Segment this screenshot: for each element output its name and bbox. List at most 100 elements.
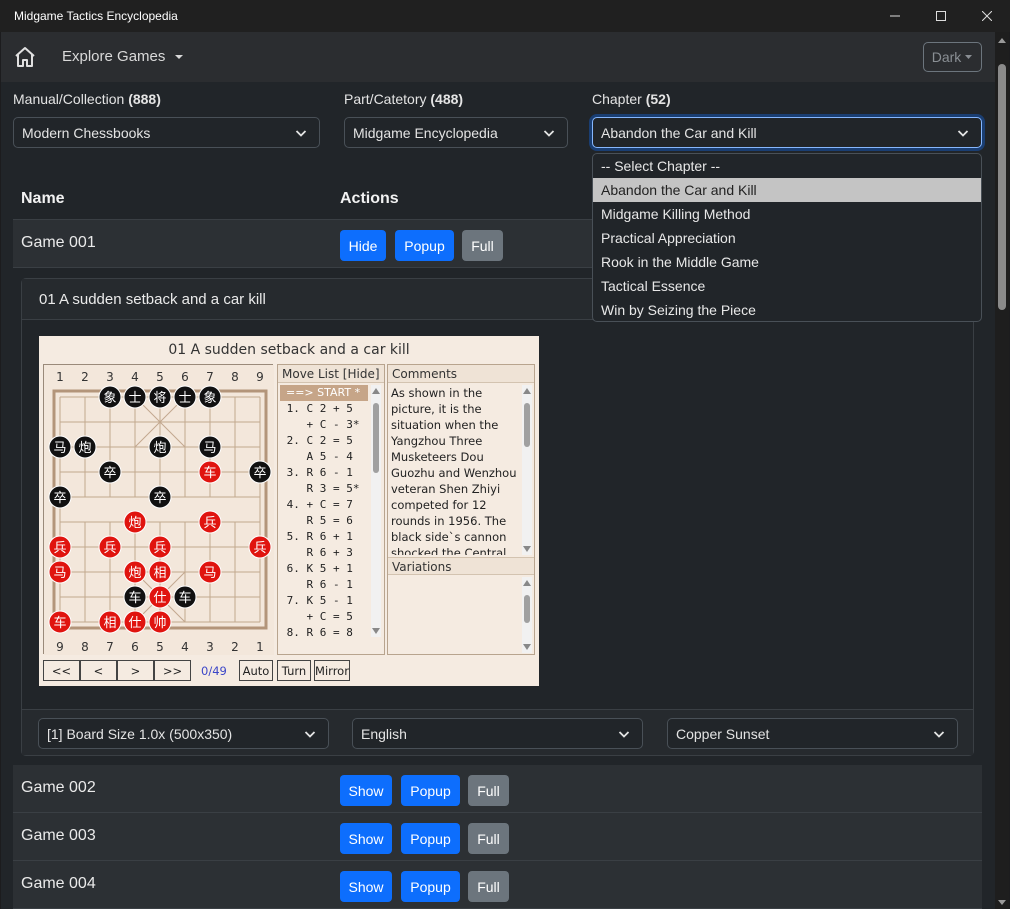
full-button[interactable]: Full <box>468 775 509 806</box>
variations-scrollbar[interactable] <box>522 577 532 653</box>
move-entry[interactable]: 3. R 6 - 1 <box>280 465 368 481</box>
prev-move-button[interactable]: < <box>80 660 117 681</box>
xiangqi-piece[interactable]: 仕 <box>123 610 147 634</box>
full-button[interactable]: Full <box>462 230 503 261</box>
theme-toggle-button[interactable]: Dark <box>923 42 982 72</box>
scroll-up-icon[interactable] <box>372 388 380 394</box>
xiangqi-piece[interactable]: 炮 <box>123 510 147 534</box>
full-button[interactable]: Full <box>468 823 509 854</box>
hide-button[interactable]: Hide <box>340 230 386 261</box>
xiangqi-piece[interactable]: 将 <box>148 385 172 409</box>
chapter-option[interactable]: -- Select Chapter -- <box>593 154 981 178</box>
xiangqi-piece[interactable]: 兵 <box>248 535 272 559</box>
scroll-up-icon[interactable] <box>523 580 531 586</box>
popup-button[interactable]: Popup <box>401 775 460 806</box>
scroll-down-icon[interactable] <box>998 900 1006 905</box>
board-theme-select[interactable]: Copper Sunset <box>667 718 958 749</box>
chapter-option[interactable]: Tactical Essence <box>593 274 981 298</box>
scroll-down-icon[interactable] <box>372 628 380 634</box>
scroll-thumb[interactable] <box>373 403 379 473</box>
chapter-option[interactable]: Practical Appreciation <box>593 226 981 250</box>
last-move-button[interactable]: >> <box>154 660 191 681</box>
move-entry[interactable]: A 5 - 4 <box>280 449 368 465</box>
xiangqi-piece[interactable]: 帅 <box>148 610 172 634</box>
comments-scrollbar[interactable] <box>522 385 532 555</box>
move-list-header[interactable]: Move List [Hide] <box>278 365 384 383</box>
xiangqi-piece[interactable]: 兵 <box>48 535 72 559</box>
scroll-up-icon[interactable] <box>523 388 531 394</box>
scroll-thumb[interactable] <box>524 595 530 623</box>
xiangqi-piece[interactable]: 马 <box>198 435 222 459</box>
show-button[interactable]: Show <box>340 823 392 854</box>
move-entry[interactable]: 6. K 5 + 1 <box>280 561 368 577</box>
xiangqi-piece[interactable]: 士 <box>123 385 147 409</box>
next-move-button[interactable]: > <box>117 660 154 681</box>
full-button[interactable]: Full <box>468 871 509 902</box>
mirror-board-button[interactable]: Mirror <box>314 660 350 681</box>
xiangqi-piece[interactable]: 卒 <box>48 485 72 509</box>
popup-button[interactable]: Popup <box>395 230 454 261</box>
move-entry[interactable]: 4. + C = 7 <box>280 497 368 513</box>
show-button[interactable]: Show <box>340 871 392 902</box>
chapter-option[interactable]: Abandon the Car and Kill <box>593 178 981 202</box>
move-entry[interactable]: + C = 5 <box>280 609 368 625</box>
move-entry[interactable]: R 6 + 3 <box>280 545 368 561</box>
move-entry[interactable]: R 5 = 6 <box>280 513 368 529</box>
chapter-option[interactable]: Win by Seizing the Piece <box>593 298 981 321</box>
xiangqi-piece[interactable]: 炮 <box>148 435 172 459</box>
xiangqi-piece[interactable]: 仕 <box>148 585 172 609</box>
popup-button[interactable]: Popup <box>401 823 460 854</box>
chapter-option[interactable]: Midgame Killing Method <box>593 202 981 226</box>
xiangqi-piece[interactable]: 卒 <box>148 485 172 509</box>
turn-board-button[interactable]: Turn <box>277 660 311 681</box>
show-button[interactable]: Show <box>340 775 392 806</box>
move-entry[interactable]: 1. C 2 + 5 <box>280 401 368 417</box>
move-list-scrollbar[interactable] <box>371 385 381 637</box>
move-entry[interactable]: 2. C 2 = 5 <box>280 433 368 449</box>
xiangqi-piece[interactable]: 车 <box>198 460 222 484</box>
xiangqi-piece[interactable]: 兵 <box>98 535 122 559</box>
move-entry[interactable]: 7. K 5 - 1 <box>280 593 368 609</box>
maximize-icon[interactable] <box>918 0 964 32</box>
chapter-option[interactable]: Rook in the Middle Game <box>593 250 981 274</box>
xiangqi-piece[interactable]: 相 <box>98 610 122 634</box>
xiangqi-piece[interactable]: 车 <box>173 585 197 609</box>
xiangqi-piece[interactable]: 车 <box>123 585 147 609</box>
part-select[interactable]: Midgame Encyclopedia <box>344 117 568 148</box>
xiangqi-piece[interactable]: 兵 <box>148 535 172 559</box>
move-start[interactable]: ==> START * <box>280 385 368 401</box>
xiangqi-board[interactable]: 1 2 3 4 5 6 7 8 99 8 7 6 5 4 3 2 1象士将士象马炮炮马卒车卒卒 卒炮 兵兵兵兵兵马炮… <box>44 365 274 655</box>
move-entry[interactable]: R 6 - 1 <box>280 577 368 593</box>
chapter-select[interactable]: Abandon the Car and Kill <box>592 117 982 148</box>
xiangqi-piece[interactable]: 车 <box>48 610 72 634</box>
xiangqi-piece[interactable]: 卒 <box>248 460 272 484</box>
xiangqi-piece[interactable]: 兵 <box>198 510 222 534</box>
auto-play-button[interactable]: Auto <box>239 660 273 681</box>
explore-games-menu[interactable]: Explore Games <box>62 48 184 65</box>
xiangqi-piece[interactable]: 卒 <box>98 460 122 484</box>
minimize-icon[interactable] <box>872 0 918 32</box>
close-icon[interactable] <box>964 0 1010 32</box>
home-icon[interactable] <box>13 45 37 69</box>
board-size-select[interactable]: [1] Board Size 1.0x (500x350) <box>38 718 329 749</box>
xiangqi-piece[interactable]: 炮 <box>73 435 97 459</box>
xiangqi-piece[interactable]: 象 <box>98 385 122 409</box>
language-select[interactable]: English <box>352 718 643 749</box>
move-entry[interactable]: 8. R 6 = 8 <box>280 625 368 641</box>
page-scrollbar[interactable] <box>995 32 1009 909</box>
xiangqi-piece[interactable]: 炮 <box>123 560 147 584</box>
scroll-up-icon[interactable] <box>998 38 1006 43</box>
move-entry[interactable]: 5. R 6 + 1 <box>280 529 368 545</box>
collection-select[interactable]: Modern Chessbooks <box>13 117 320 148</box>
scroll-down-icon[interactable] <box>523 546 531 552</box>
move-entry[interactable]: R 3 = 5* <box>280 481 368 497</box>
first-move-button[interactable]: << <box>43 660 80 681</box>
scroll-thumb[interactable] <box>524 403 530 447</box>
scroll-down-icon[interactable] <box>523 644 531 650</box>
xiangqi-piece[interactable]: 士 <box>173 385 197 409</box>
xiangqi-piece[interactable]: 马 <box>48 560 72 584</box>
xiangqi-piece[interactable]: 相 <box>148 560 172 584</box>
xiangqi-piece[interactable]: 马 <box>48 435 72 459</box>
xiangqi-piece[interactable]: 象 <box>198 385 222 409</box>
scroll-thumb[interactable] <box>998 64 1006 310</box>
